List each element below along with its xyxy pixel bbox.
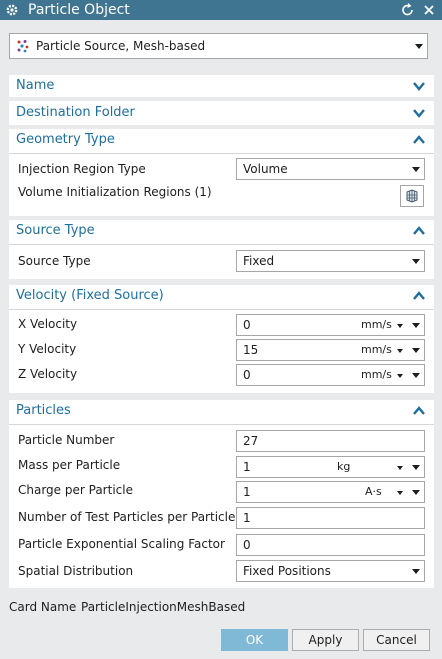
chevron-down-icon[interactable] — [412, 465, 420, 470]
apply-button[interactable]: Apply — [292, 629, 359, 651]
injection-region-type-label: Injection Region Type — [18, 162, 146, 176]
destination-section[interactable]: Destination Folder — [9, 101, 434, 125]
unit-caret-icon[interactable] — [397, 374, 403, 378]
scaling-factor-input[interactable]: 0 — [236, 534, 425, 556]
injection-region-type-dropdown[interactable]: Volume — [236, 158, 425, 180]
z-velocity-label: Z Velocity — [18, 367, 78, 381]
unit-selector[interactable]: mm/s — [361, 340, 392, 360]
card-name-label: Card Name — [9, 600, 77, 614]
input-value: 0 — [243, 538, 251, 552]
geometry-section: Geometry Type Injection Region Type Volu… — [9, 129, 434, 216]
chevron-down-icon — [412, 259, 420, 264]
y-velocity-input[interactable]: 15 mm/s — [236, 339, 425, 361]
source-type-dropdown[interactable]: Fixed — [236, 250, 425, 272]
section-title-geometry: Geometry Type — [16, 132, 115, 147]
window-title: Particle Object — [28, 2, 130, 18]
section-divider — [9, 309, 434, 310]
unit-caret-icon[interactable] — [397, 324, 403, 328]
test-particles-input[interactable]: 1 — [236, 507, 425, 529]
ok-button[interactable]: OK — [221, 629, 288, 651]
particle-number-label: Particle Number — [18, 433, 115, 447]
gear-icon — [5, 2, 19, 18]
collapse-icon[interactable] — [412, 289, 426, 303]
section-divider — [9, 424, 434, 425]
unit-caret-icon[interactable] — [397, 349, 403, 353]
particle-number-input[interactable]: 27 — [236, 430, 425, 452]
collapse-icon[interactable] — [412, 404, 426, 418]
chevron-down-icon[interactable] — [412, 373, 420, 378]
chevron-down-icon[interactable] — [412, 490, 420, 495]
unit-selector[interactable]: kg — [337, 457, 350, 477]
section-title-destination: Destination Folder — [16, 105, 135, 120]
expand-icon[interactable] — [412, 106, 426, 120]
object-type-value: Particle Source, Mesh-based — [36, 39, 206, 53]
section-title-source: Source Type — [16, 223, 95, 238]
collapse-icon[interactable] — [412, 224, 426, 238]
expand-icon[interactable] — [412, 79, 426, 93]
input-value: 0 — [243, 318, 251, 332]
input-value: 27 — [243, 434, 259, 448]
section-title-velocity: Velocity (Fixed Source) — [16, 288, 164, 303]
input-value: 1 — [243, 485, 251, 499]
unit-selector[interactable]: A·s — [365, 482, 382, 502]
chevron-down-icon — [412, 167, 420, 172]
dropdown-value: Volume — [243, 162, 288, 176]
input-value: 15 — [243, 343, 259, 357]
charge-per-particle-label: Charge per Particle — [18, 483, 133, 497]
section-title-name: Name — [16, 78, 55, 93]
card-name-value: ParticleInjectionMeshBased — [81, 600, 246, 614]
cancel-button[interactable]: Cancel — [363, 629, 430, 651]
z-velocity-input[interactable]: 0 mm/s — [236, 364, 425, 386]
x-velocity-label: X Velocity — [18, 317, 78, 331]
dropdown-value: Fixed Positions — [243, 564, 331, 578]
region-select-button[interactable] — [400, 185, 424, 207]
input-value: 1 — [243, 460, 251, 474]
volume-regions-label: Volume Initialization Regions (1) — [18, 185, 212, 199]
collapse-icon[interactable] — [412, 133, 426, 147]
chevron-down-icon — [412, 569, 420, 574]
unit-caret-icon[interactable] — [397, 491, 403, 495]
section-divider — [9, 153, 434, 154]
input-value: 0 — [243, 368, 251, 382]
object-type-dropdown[interactable]: Particle Source, Mesh-based — [9, 33, 428, 59]
spatial-distribution-dropdown[interactable]: Fixed Positions — [236, 560, 425, 582]
section-divider — [9, 244, 434, 245]
region-select-icon — [405, 189, 419, 206]
mass-per-particle-input[interactable]: 1 kg — [236, 456, 425, 478]
x-velocity-input[interactable]: 0 mm/s — [236, 314, 425, 336]
charge-per-particle-input[interactable]: 1 A·s — [236, 481, 425, 503]
title-bar: Particle Object — [0, 0, 442, 20]
source-type-label: Source Type — [18, 254, 91, 268]
dropdown-value: Fixed — [243, 254, 275, 268]
name-section[interactable]: Name — [9, 75, 434, 97]
section-title-particles: Particles — [16, 403, 71, 418]
input-value: 1 — [243, 511, 251, 525]
velocity-section: Velocity (Fixed Source) X Velocity 0 mm/… — [9, 285, 434, 393]
unit-selector[interactable]: mm/s — [361, 315, 392, 335]
source-type-section: Source Type Source Type Fixed — [9, 220, 434, 279]
unit-selector[interactable]: mm/s — [361, 365, 392, 385]
chevron-down-icon — [415, 44, 423, 49]
test-particles-label: Number of Test Particles per Particle — [18, 510, 236, 524]
particles-section: Particles Particle Number 27 Mass per Pa… — [9, 400, 434, 588]
particle-source-icon — [16, 39, 30, 53]
spatial-distribution-label: Spatial Distribution — [18, 564, 134, 578]
scaling-factor-label: Particle Exponential Scaling Factor — [18, 537, 225, 551]
chevron-down-icon[interactable] — [412, 348, 420, 353]
y-velocity-label: Y Velocity — [18, 342, 77, 356]
unit-caret-icon[interactable] — [397, 466, 403, 470]
chevron-down-icon[interactable] — [412, 323, 420, 328]
mass-per-particle-label: Mass per Particle — [18, 458, 121, 472]
